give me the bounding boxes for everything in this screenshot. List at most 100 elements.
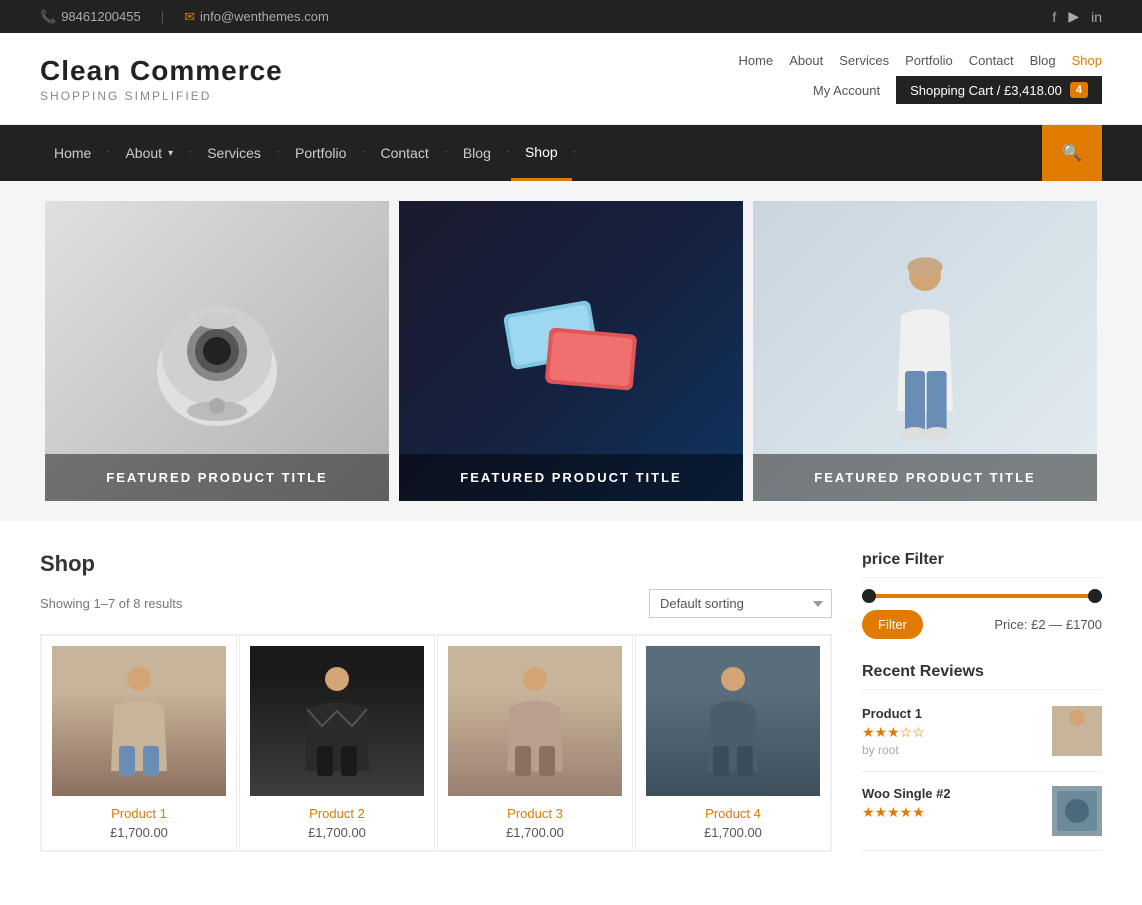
featured-product-3[interactable]: FEATURED PRODUCT TITLE	[753, 201, 1097, 501]
nav-services[interactable]: Services	[839, 53, 889, 68]
featured-overlay-3: FEATURED PRODUCT TITLE	[753, 454, 1097, 501]
review-info-1: Product 1 ★★★☆☆ by root	[862, 706, 1042, 757]
product-image-4	[646, 646, 820, 796]
social-links: f ▶ in	[1052, 8, 1102, 25]
product-price-1: £1,700.00	[52, 825, 226, 840]
product-name-2: Product 2	[250, 806, 424, 821]
price-range-fill	[862, 594, 1102, 598]
nav-dot-7: •	[574, 150, 576, 156]
featured-product-2[interactable]: FEATURED PRODUCT TITLE	[399, 201, 743, 501]
nav-dot-2: •	[189, 150, 191, 156]
product-card-4[interactable]: Product 4 £1,700.00	[635, 635, 831, 851]
product-price-2: £1,700.00	[250, 825, 424, 840]
cart-label: Shopping Cart / £3,418.00	[910, 83, 1062, 98]
phone-svg	[491, 286, 651, 416]
featured-product-1[interactable]: FEATURED PRODUCT TITLE	[45, 201, 389, 501]
fashion-svg	[865, 251, 985, 451]
products-grid: Product 1 £1,700.00 Product 2 £1,700.00	[40, 634, 832, 852]
youtube-icon[interactable]: ▶	[1068, 8, 1079, 25]
review-stars-2: ★★★★★	[862, 804, 1042, 821]
header-nav-top: Home About Services Portfolio Contact Bl…	[739, 53, 1102, 68]
camera-svg	[137, 271, 297, 431]
main-nav-blog[interactable]: Blog	[449, 127, 505, 179]
price-range-label: Price: £2 — £1700	[994, 617, 1102, 632]
featured-overlay-1: FEATURED PRODUCT TITLE	[45, 454, 389, 501]
nav-dot-5: •	[445, 150, 447, 156]
product-name-3: Product 3	[448, 806, 622, 821]
product-name-1: Product 1	[52, 806, 226, 821]
nav-contact[interactable]: Contact	[969, 53, 1014, 68]
price-filter: Filter Price: £2 — £1700	[862, 594, 1102, 639]
nav-dot-4: •	[362, 150, 364, 156]
review-thumb-2	[1052, 786, 1102, 836]
phone-number: 98461200455	[61, 9, 141, 24]
email-address: info@wenthemes.com	[200, 9, 329, 24]
review-name-1[interactable]: Product 1	[862, 706, 1042, 721]
featured-title-3: FEATURED PRODUCT TITLE	[769, 470, 1081, 485]
nav-dot-3: •	[277, 150, 279, 156]
featured-title-1: FEATURED PRODUCT TITLE	[61, 470, 373, 485]
main-nav-services[interactable]: Services	[193, 127, 275, 179]
shop-meta: Showing 1–7 of 8 results Default sorting…	[40, 589, 832, 618]
main-nav-portfolio[interactable]: Portfolio	[281, 127, 360, 179]
nav-portfolio[interactable]: Portfolio	[905, 53, 953, 68]
review-thumb-1	[1052, 706, 1102, 756]
main-nav-about[interactable]: About ▾	[111, 127, 187, 179]
price-filter-section: price Filter Filter Price: £2 — £1700	[862, 551, 1102, 639]
shop-main: Shop Showing 1–7 of 8 results Default so…	[40, 551, 832, 875]
cart-count-badge: 4	[1070, 82, 1088, 98]
nav-items: Home • About ▾ • Services • Portfolio • …	[40, 126, 1042, 181]
review-info-2: Woo Single #2 ★★★★★	[862, 786, 1042, 823]
sort-select[interactable]: Default sorting Sort by popularity Sort …	[649, 589, 832, 618]
nav-shop[interactable]: Shop	[1072, 53, 1102, 68]
price-range-track[interactable]	[862, 594, 1102, 598]
search-button[interactable]: 🔍	[1042, 125, 1102, 181]
shop-sidebar: price Filter Filter Price: £2 — £1700 Re…	[862, 551, 1102, 875]
recent-reviews-section: Recent Reviews Product 1 ★★★☆☆ by root W…	[862, 663, 1102, 851]
recent-reviews-title: Recent Reviews	[862, 663, 1102, 690]
product-card-3[interactable]: Product 3 £1,700.00	[437, 635, 633, 851]
nav-blog[interactable]: Blog	[1030, 53, 1056, 68]
shopping-cart-button[interactable]: Shopping Cart / £3,418.00 4	[896, 76, 1102, 104]
facebook-icon[interactable]: f	[1052, 9, 1056, 25]
product-image-1	[52, 646, 226, 796]
product-fashion-svg-1	[99, 661, 179, 781]
price-handle-max[interactable]	[1088, 589, 1102, 603]
featured-title-2: FEATURED PRODUCT TITLE	[415, 470, 727, 485]
review-stars-1: ★★★☆☆	[862, 724, 1042, 741]
shop-showing-count: Showing 1–7 of 8 results	[40, 596, 182, 611]
nav-home[interactable]: Home	[739, 53, 774, 68]
main-nav-shop[interactable]: Shop	[511, 126, 572, 181]
filter-button[interactable]: Filter	[862, 610, 923, 639]
review-author-1: by root	[862, 743, 1042, 757]
logo[interactable]: Clean Commerce Shopping Simplified	[40, 55, 283, 103]
header-right: Home About Services Portfolio Contact Bl…	[739, 53, 1102, 104]
product-card-1[interactable]: Product 1 £1,700.00	[41, 635, 237, 851]
product-image-2	[250, 646, 424, 796]
email-info: ✉ info@wenthemes.com	[184, 9, 329, 25]
price-filter-title: price Filter	[862, 551, 1102, 578]
logo-subtitle: Shopping Simplified	[40, 89, 283, 103]
site-header: Clean Commerce Shopping Simplified Home …	[0, 33, 1142, 125]
main-nav-home[interactable]: Home	[40, 127, 105, 179]
my-account-link[interactable]: My Account	[813, 83, 880, 98]
price-handle-min[interactable]	[862, 589, 876, 603]
product-price-4: £1,700.00	[646, 825, 820, 840]
phone-icon: 📞	[40, 9, 56, 25]
nav-dot-6: •	[507, 150, 509, 156]
top-bar-contact: 📞 98461200455 | ✉ info@wenthemes.com	[40, 9, 329, 25]
separator: |	[161, 9, 164, 24]
nav-dot-1: •	[107, 150, 109, 156]
linkedin-icon[interactable]: in	[1091, 9, 1102, 25]
top-bar: 📞 98461200455 | ✉ info@wenthemes.com f ▶…	[0, 0, 1142, 33]
filter-row: Filter Price: £2 — £1700	[862, 610, 1102, 639]
nav-about[interactable]: About	[789, 53, 823, 68]
email-icon: ✉	[184, 9, 195, 25]
product-price-3: £1,700.00	[448, 825, 622, 840]
shop-title: Shop	[40, 551, 832, 577]
review-name-2[interactable]: Woo Single #2	[862, 786, 1042, 801]
product-fashion-svg-2	[297, 661, 377, 781]
product-card-2[interactable]: Product 2 £1,700.00	[239, 635, 435, 851]
shop-section: Shop Showing 1–7 of 8 results Default so…	[0, 521, 1142, 905]
main-nav-contact[interactable]: Contact	[366, 127, 442, 179]
